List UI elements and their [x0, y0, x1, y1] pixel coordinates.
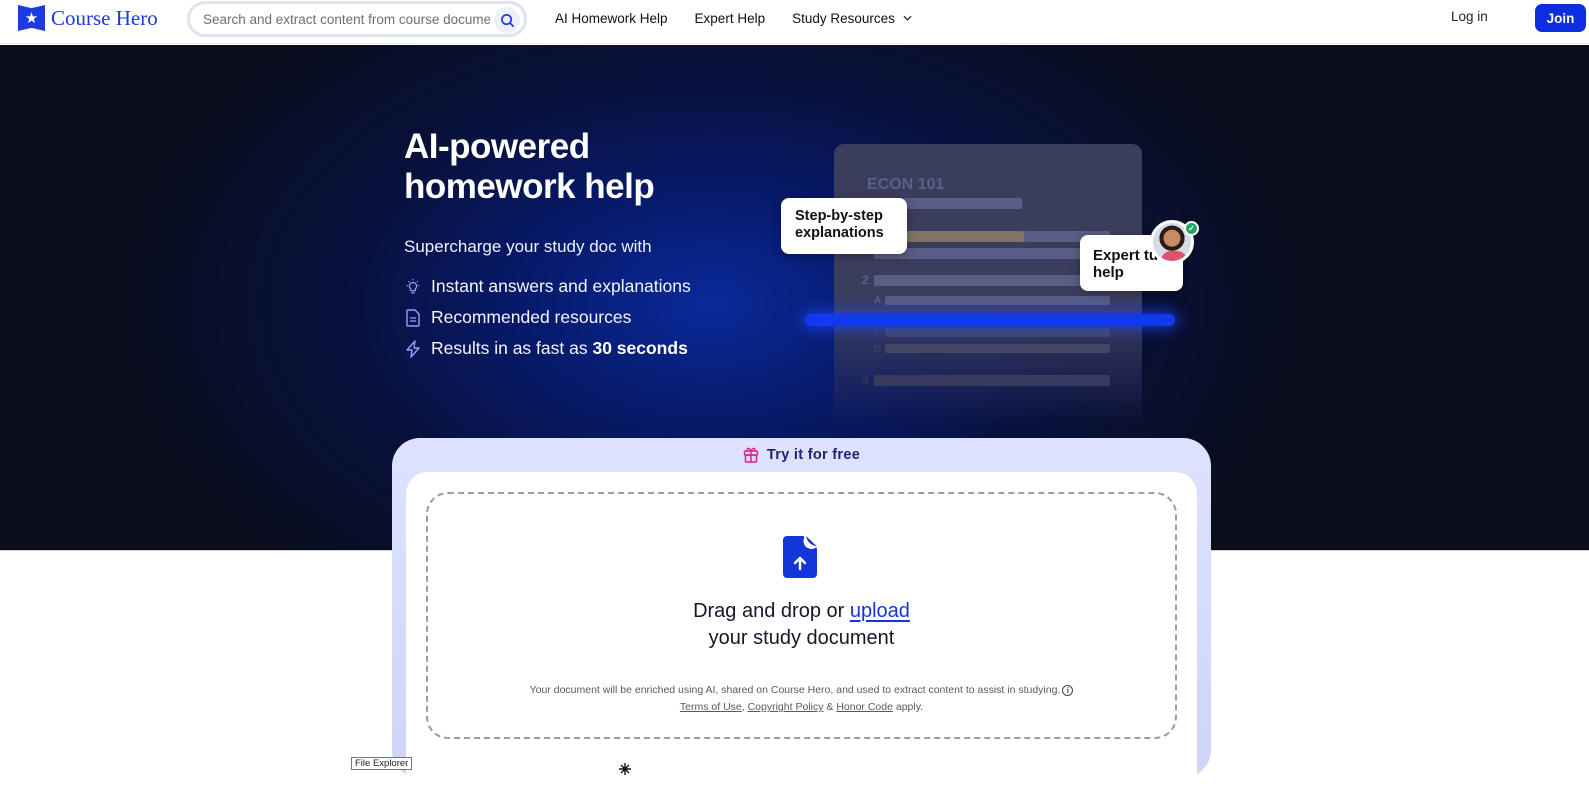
star-shield-icon: ★ — [18, 5, 45, 31]
file-upload-icon — [783, 536, 817, 583]
doc-label: C — [874, 327, 882, 338]
feature-text: Recommended resources — [431, 307, 632, 327]
doc-title: ECON 101 — [867, 176, 945, 193]
brand-name: Course Hero — [51, 5, 158, 30]
upload-disclaimer: Your document will be enriched using AI,… — [428, 682, 1175, 716]
chevron-down-icon — [903, 15, 912, 21]
feature-text: Results in as fast as 30 seconds — [431, 338, 688, 359]
doc-line — [885, 344, 1110, 353]
join-button[interactable]: Join — [1535, 4, 1586, 32]
doc-label: 2 — [862, 273, 869, 287]
nav-ai-homework-help[interactable]: AI Homework Help — [555, 11, 668, 26]
doc-line — [885, 296, 1110, 305]
gift-icon — [743, 447, 759, 463]
info-icon[interactable]: i — [1062, 684, 1074, 696]
drop-prefix: Drag and drop or — [693, 600, 850, 622]
disclaimer-text: Your document will be enriched using AI,… — [529, 684, 1061, 696]
brand-logo[interactable]: ★ Course Hero — [18, 5, 158, 31]
nav-expert-help[interactable]: Expert Help — [695, 11, 766, 26]
search-input[interactable] — [203, 11, 490, 27]
feature-list: Instant answers and explanations Recomme… — [404, 271, 691, 364]
doc-line — [885, 328, 1110, 337]
nav-label: AI Homework Help — [555, 10, 668, 26]
check-badge-icon: ✓ — [1184, 221, 1199, 236]
upload-panel: Drag and drop or upload your study docum… — [406, 472, 1197, 792]
file-explorer-tooltip: File Explorer — [351, 757, 413, 770]
lightbulb-icon — [404, 278, 422, 296]
step-by-step-bubble: Step-by-step explanations — [781, 198, 907, 254]
drop-instructions: Drag and drop or upload your study docum… — [428, 598, 1175, 652]
cut-off-heading — [618, 760, 632, 781]
hero-subtitle: Supercharge your study doc with — [404, 237, 652, 256]
lightning-icon — [404, 339, 422, 358]
doc-line — [874, 248, 1110, 259]
feature-text: Instant answers and explanations — [431, 276, 691, 296]
try-free-banner: Try it for free — [392, 446, 1211, 463]
login-link[interactable]: Log in — [1451, 9, 1488, 24]
doc-line — [874, 375, 1110, 386]
try-free-label: Try it for free — [766, 446, 861, 463]
feature-item: Instant answers and explanations — [404, 271, 691, 302]
copyright-policy-link[interactable]: Copyright Policy — [748, 701, 824, 713]
upload-link[interactable]: upload — [850, 600, 910, 622]
search-bar — [187, 1, 527, 37]
feature-item: Recommended resources — [404, 302, 691, 333]
separator: & — [823, 701, 837, 713]
nav-label: Study Resources — [792, 10, 895, 26]
drop-suffix: your study document — [708, 627, 895, 649]
sparkle-icon — [619, 763, 631, 775]
hero-title: AI-powered homework help — [404, 127, 655, 206]
doc-label: 3 — [862, 373, 869, 387]
doc-label: D — [874, 344, 882, 355]
feature-text-prefix: Results in as fast as — [431, 338, 593, 358]
file-dropzone[interactable]: Drag and drop or upload your study docum… — [426, 492, 1177, 739]
nav-label: Expert Help — [694, 10, 766, 26]
honor-code-link[interactable]: Honor Code — [836, 701, 893, 713]
scan-line — [805, 314, 1175, 326]
feature-highlight: 30 seconds — [592, 338, 688, 358]
doc-label: A — [874, 295, 882, 306]
search-icon — [500, 13, 514, 27]
upload-card: Try it for free Drag and drop or upload … — [392, 438, 1211, 792]
apply-text: apply. — [892, 701, 924, 713]
feature-item: Results in as fast as 30 seconds — [404, 333, 691, 364]
document-icon — [404, 308, 422, 327]
nav-study-resources[interactable]: Study Resources — [792, 11, 912, 26]
terms-of-use-link[interactable]: Terms of Use — [680, 701, 742, 713]
top-nav: ★ Course Hero AI Homework Help Expert He… — [0, 0, 1589, 44]
doc-line — [874, 275, 1110, 286]
search-button[interactable] — [494, 7, 520, 33]
main-nav: AI Homework Help Expert Help Study Resou… — [555, 0, 912, 36]
